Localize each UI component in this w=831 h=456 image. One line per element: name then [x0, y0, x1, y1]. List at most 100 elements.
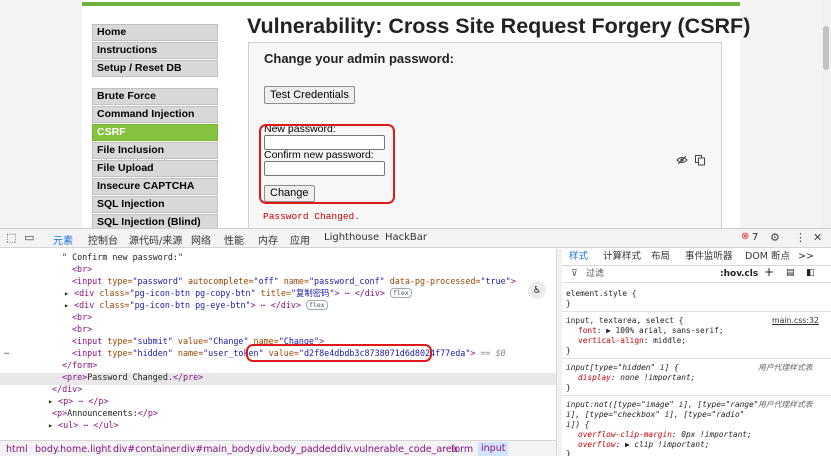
menu-item-home[interactable]: Home: [92, 24, 218, 41]
styles-panel: 样式 计算样式 布局 事件监听器 DOM 断点 >> ⊽ 过滤 :hov .cl…: [562, 249, 831, 456]
style-declaration[interactable]: overflow: ▶ clip !important;: [578, 440, 709, 450]
dom-line[interactable]: ▸ <div class="pg-icon-btn pg-copy-btn" t…: [64, 288, 412, 300]
style-rule-input-not-cont: i]) {: [566, 420, 590, 429]
menu-item-csrf[interactable]: CSRF: [92, 124, 218, 141]
node-actions-ellipsis[interactable]: ⋯: [4, 348, 9, 360]
menu-item-insecure-captcha[interactable]: Insecure CAPTCHA: [92, 178, 218, 195]
breadcrumb-item-active[interactable]: input: [478, 442, 509, 456]
tab-computed[interactable]: 计算样式: [603, 251, 641, 262]
tab-hackbar[interactable]: HackBar: [385, 232, 427, 243]
style-declaration[interactable]: vertical-align: middle;: [578, 336, 686, 346]
style-rule-hidden[interactable]: input[type="hidden" i] {: [566, 363, 679, 373]
device-toolbar-icon[interactable]: ▭: [24, 231, 34, 244]
hov-toggle[interactable]: :hov: [720, 269, 742, 279]
close-devtools-icon[interactable]: ✕: [813, 231, 822, 244]
breadcrumb: html body.home.light div#container div#m…: [0, 440, 556, 456]
inspect-element-icon[interactable]: ⬚: [6, 231, 16, 244]
filter-input[interactable]: 过滤: [586, 269, 604, 279]
breadcrumb-item[interactable]: div.body_padded: [256, 444, 337, 455]
copy-icon[interactable]: [694, 154, 706, 166]
style-source-link[interactable]: main.css:32: [772, 316, 819, 326]
style-rule-element[interactable]: element.style {: [566, 289, 636, 299]
menu-item-sql-injection-blind[interactable]: SQL Injection (Blind): [92, 214, 218, 228]
rule-separator: [562, 311, 831, 312]
style-rule-input-not[interactable]: input:not([type="image" i], [type="range…: [566, 400, 758, 410]
tab-performance[interactable]: 性能: [224, 232, 244, 247]
dom-line[interactable]: <br>: [72, 264, 92, 276]
breadcrumb-item[interactable]: div.vulnerable_code_area: [337, 444, 458, 455]
settings-gear-icon[interactable]: ⚙: [770, 231, 780, 244]
menu-item-sql-injection[interactable]: SQL Injection: [92, 196, 218, 213]
highlight-box-token: [246, 344, 432, 362]
error-count[interactable]: 7: [752, 232, 758, 243]
cls-toggle[interactable]: .cls: [741, 269, 758, 279]
password-changed-message: Password Changed.: [263, 211, 360, 222]
style-declaration[interactable]: font: ▶ 100% arial, sans-serif;: [578, 326, 724, 336]
tab-dom-breakpoints[interactable]: DOM 断点: [745, 251, 790, 262]
style-rule-input[interactable]: input, textarea, select {: [566, 316, 683, 326]
dom-line[interactable]: </div>: [52, 384, 82, 396]
menu-item-setup[interactable]: Setup / Reset DB: [92, 60, 218, 77]
tab-network[interactable]: 网络: [191, 232, 211, 247]
dom-line[interactable]: ▸ <div class="pg-icon-btn pg-eye-btn"> ⋯…: [64, 300, 328, 312]
rule-separator: [562, 395, 831, 396]
dom-line[interactable]: " Confirm new password:": [62, 252, 183, 264]
dom-line[interactable]: </form>: [62, 360, 97, 372]
tab-styles[interactable]: 样式: [569, 251, 588, 262]
test-credentials-button[interactable]: Test Credentials: [264, 86, 355, 104]
dom-line[interactable]: <input type="password" autocomplete="off…: [72, 276, 516, 288]
style-declaration[interactable]: display: none !important;: [578, 373, 695, 383]
menu-item-file-inclusion[interactable]: File Inclusion: [92, 142, 218, 159]
more-options-icon[interactable]: ⋮: [795, 231, 806, 244]
menu-item-file-upload[interactable]: File Upload: [92, 160, 218, 177]
element-state-icon[interactable]: ▤: [786, 268, 795, 278]
menu-item-instructions[interactable]: Instructions: [92, 42, 218, 59]
accessibility-icon[interactable]: ♿: [528, 281, 546, 299]
eye-slash-icon[interactable]: [676, 154, 688, 166]
dom-line[interactable]: <pre>Password Changed.</pre>: [62, 372, 203, 384]
form-heading: Change your admin password:: [264, 51, 454, 66]
breadcrumb-item[interactable]: html: [6, 444, 28, 455]
highlight-box-form: [259, 124, 395, 204]
page-scrollbar-thumb[interactable]: [823, 26, 829, 70]
breadcrumb-item[interactable]: div#main_body: [181, 444, 255, 455]
browser-page: Home Instructions Setup / Reset DB Brute…: [0, 0, 831, 228]
tab-memory[interactable]: 内存: [258, 232, 278, 247]
user-agent-label: 用户代理样式表: [758, 400, 813, 409]
devtools-tabbar: ⬚ ▭ 元素 控制台 源代码/来源 网络 性能 内存 应用 Lighthouse…: [0, 229, 831, 252]
tab-lighthouse[interactable]: Lighthouse: [324, 232, 379, 243]
styles-tabbar: 样式 计算样式 布局 事件监听器 DOM 断点 >>: [562, 249, 831, 266]
styles-filter-row: ⊽ 过滤 :hov .cls + ▤ ◧: [562, 266, 831, 283]
tab-application[interactable]: 应用: [290, 232, 310, 247]
new-style-rule-icon[interactable]: +: [764, 266, 774, 278]
flex-badge[interactable]: flex: [306, 300, 328, 310]
page-scrollbar[interactable]: [821, 0, 831, 228]
dom-line[interactable]: ▸ <ul> ⋯ </ul>: [48, 420, 119, 432]
rule-separator: [562, 358, 831, 359]
style-rule-input-not-cont: i], [type="checkbox" i], [type="radio": [566, 410, 745, 419]
tab-console[interactable]: 控制台: [88, 232, 118, 247]
breadcrumb-item[interactable]: form: [451, 444, 473, 455]
dom-line[interactable]: <p>Announcements:</p>: [52, 408, 158, 420]
dom-line[interactable]: ▸ <p> ⋯ </p>: [48, 396, 109, 408]
error-icon[interactable]: ⊗: [741, 231, 749, 242]
toggle-sidebar-icon[interactable]: ◧: [806, 268, 815, 278]
style-declaration[interactable]: overflow-clip-margin: 0px !important;: [578, 430, 752, 440]
menu-item-brute-force[interactable]: Brute Force: [92, 88, 218, 105]
dom-tree-panel[interactable]: " Confirm new password:" <br> <input typ…: [0, 249, 556, 439]
flex-badge[interactable]: flex: [390, 288, 412, 298]
more-tabs-button[interactable]: >>: [798, 251, 814, 262]
page-title: Vulnerability: Cross Site Request Forger…: [247, 14, 751, 38]
tab-elements[interactable]: 元素: [53, 232, 73, 252]
tab-layout[interactable]: 布局: [651, 251, 670, 262]
menu-spacer: [92, 78, 218, 88]
dom-line[interactable]: <br>: [72, 312, 92, 324]
dom-line[interactable]: <br>: [72, 324, 92, 336]
style-rule-end: }: [566, 299, 571, 308]
tab-sources[interactable]: 源代码/来源: [129, 232, 182, 247]
vulnerable-code-area: Change your admin password: Test Credent…: [248, 42, 722, 228]
breadcrumb-item[interactable]: div#container: [113, 444, 180, 455]
tab-event-listeners[interactable]: 事件监听器: [685, 251, 733, 262]
menu-item-command-injection[interactable]: Command Injection: [92, 106, 218, 123]
breadcrumb-item[interactable]: body.home.light: [35, 444, 111, 455]
